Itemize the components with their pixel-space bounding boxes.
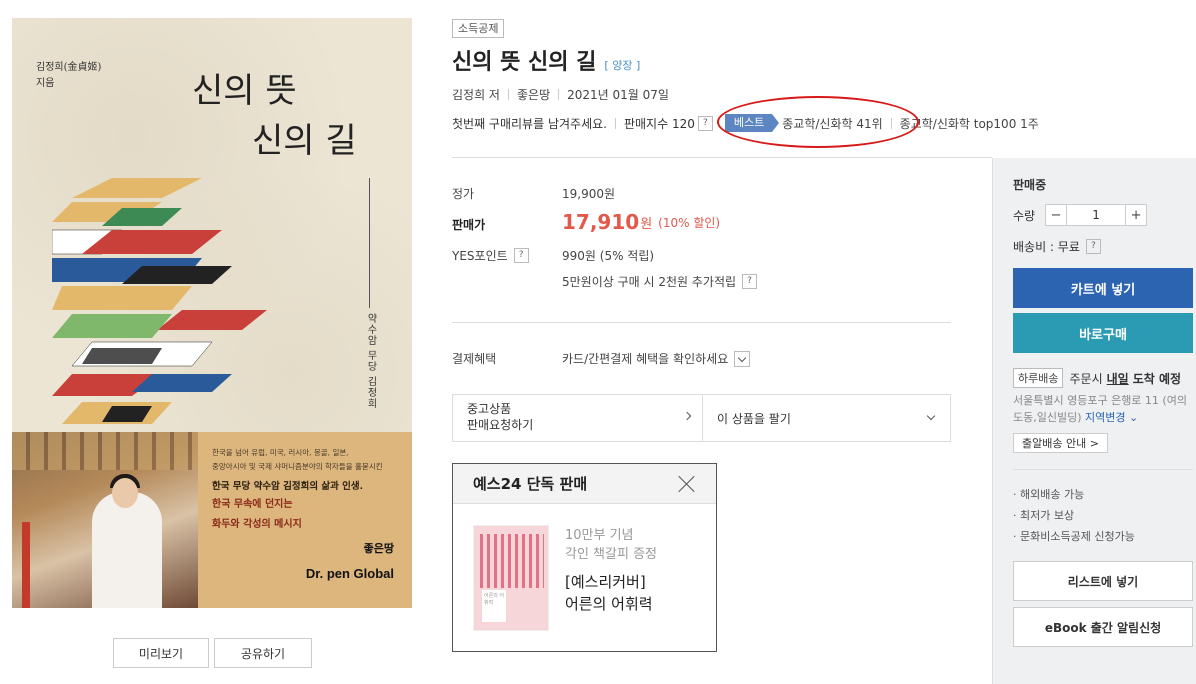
cover-vertical-text: 약수암 무당 김정희 xyxy=(365,313,376,410)
best-badge: 베스트 xyxy=(724,114,780,132)
payment-label: 결제혜택 xyxy=(452,352,497,366)
best-rank-link[interactable]: 종교학/신화학 41위 xyxy=(782,115,882,132)
quantity-stepper: − 1 + xyxy=(1045,204,1148,226)
chevron-down-icon xyxy=(926,411,936,421)
divider xyxy=(452,157,992,158)
write-review-link[interactable]: 첫번째 구매리뷰를 남겨주세요. xyxy=(452,115,607,132)
divider xyxy=(452,322,951,323)
quantity-row: 수량 − 1 + xyxy=(1013,204,1148,226)
extra-points-help-icon[interactable]: ? xyxy=(742,274,758,289)
cover-actions: 미리보기 공유하기 xyxy=(113,638,312,668)
publisher-english: Dr. pen Global xyxy=(305,566,394,581)
cover-author: 김정희(金貞姬) 지음 xyxy=(36,62,102,89)
sale-price-unit: 원 xyxy=(640,216,653,232)
feature-list: 해외배송 가능 최저가 보상 문화비소득공제 신청가능 xyxy=(1013,484,1135,547)
binding-type: [ 양장 ] xyxy=(604,59,641,72)
cover-blurb: 한국을 넘어 유럽, 미국, 러시아, 몽골, 일본, 중앙아시아 및 국제 샤… xyxy=(198,432,412,608)
buy-now-button[interactable]: 바로구매 xyxy=(1013,313,1193,353)
extra-points-row: 5만원이상 구매 시 2천원 추가적립 ? xyxy=(562,273,758,290)
publisher-logo: 좋은땅 xyxy=(363,542,394,555)
exclusive-promo: 예스24 단독 판매 어른의 어휘력 10만부 기념 각인 책갈피 증정 [예스… xyxy=(452,463,717,652)
author-photo xyxy=(12,432,198,608)
chevron-down-icon[interactable] xyxy=(734,350,751,367)
points-value: 990원 (5% 적립) xyxy=(562,249,655,263)
cover-title: 신의 뜻 신의 길 xyxy=(192,71,357,161)
cover-artwork xyxy=(52,178,267,424)
qty-plus-button[interactable]: + xyxy=(1125,205,1146,225)
tax-deduction-tag: 소득공제 xyxy=(452,19,505,38)
ebook-alert-button[interactable]: eBook 출간 알림신청 xyxy=(1013,607,1193,647)
payment-benefit[interactable]: 카드/간편결제 혜택을 확인하세요 xyxy=(562,350,751,367)
exclusive-title: 예스24 단독 판매 xyxy=(473,475,588,493)
sales-index-help-icon[interactable]: ? xyxy=(697,115,713,131)
cover-divider xyxy=(369,178,370,308)
today-delivery-info-button[interactable]: 출알배송 안내 > xyxy=(1013,433,1108,453)
qty-label: 수량 xyxy=(1013,208,1036,223)
used-product-box: 중고상품 판매요청하기 이 상품을 팔기 xyxy=(452,394,951,442)
qty-input[interactable]: 1 xyxy=(1067,205,1125,225)
payment-text: 카드/간편결제 혜택을 확인하세요 xyxy=(562,352,729,366)
feature-item: 문화비소득공제 신청가능 xyxy=(1013,526,1135,547)
top100-link[interactable]: 종교학/신화학 top100 1주 xyxy=(900,115,1039,132)
buy-box: 판매중 수량 − 1 + 배송비 : 무료 ? 카트에 넣기 바로구매 하루배송… xyxy=(992,158,1196,684)
points-label: YES포인트 xyxy=(452,249,508,263)
close-icon[interactable] xyxy=(678,475,696,493)
publisher-link[interactable]: 좋은땅 xyxy=(517,86,550,103)
points-label-group: YES포인트 ? xyxy=(452,247,529,264)
title-row: 신의 뜻 신의 길 [ 양장 ] xyxy=(452,44,640,76)
qty-minus-button[interactable]: − xyxy=(1046,205,1068,225)
page-title: 신의 뜻 신의 길 xyxy=(452,50,597,75)
shipping-row: 배송비 : 무료 ? xyxy=(1013,238,1101,255)
sell-this-dropdown[interactable]: 이 상품을 팔기 xyxy=(703,395,950,441)
feature-item: 최저가 보상 xyxy=(1013,505,1135,526)
feature-item: 해외배송 가능 xyxy=(1013,484,1135,505)
discount-rate: (10% 할인) xyxy=(658,215,721,230)
sale-price: 17,910 xyxy=(562,210,640,234)
pub-date: 2021년 01월 07일 xyxy=(567,88,669,102)
book-cover-image[interactable]: 김정희(金貞姬) 지음 신의 뜻 신의 길 약수암 무당 김정희 한국을 넘어 … xyxy=(12,18,412,608)
promo-book-image[interactable]: 어른의 어휘력 xyxy=(473,525,549,631)
sale-price-group: 17,910 원 (10% 할인) xyxy=(562,210,720,234)
shipping-help-icon[interactable]: ? xyxy=(1085,239,1101,254)
review-rank-row: 첫번째 구매리뷰를 남겨주세요. 판매지수 120 ? 베스트 종교학/신화학 … xyxy=(452,114,1039,132)
change-region-link[interactable]: 지역변경 ⌄ xyxy=(1085,411,1138,424)
list-price-label: 정가 xyxy=(452,187,475,201)
delivery-row: 하루배송 주문시 내일 도착 예정 xyxy=(1013,368,1181,388)
add-to-wishlist-button[interactable]: 리스트에 넣기 xyxy=(1013,561,1193,601)
extra-points: 5만원이상 구매 시 2천원 추가적립 xyxy=(562,275,737,289)
cover-bottom-panel: 한국을 넘어 유럽, 미국, 러시아, 몽골, 일본, 중앙아시아 및 국제 샤… xyxy=(12,432,412,608)
sale-status: 판매중 xyxy=(1013,178,1047,192)
add-to-cart-button[interactable]: 카트에 넣기 xyxy=(1013,268,1193,308)
points-help-icon[interactable]: ? xyxy=(513,248,529,263)
book-meta: 김정희 저 좋은땅 2021년 01월 07일 xyxy=(452,86,669,103)
delivery-address: 서울특별시 영등포구 은행로 11 (여의도동,일신빌딩) 지역변경 ⌄ xyxy=(1013,394,1187,424)
preview-button[interactable]: 미리보기 xyxy=(113,638,209,668)
sale-price-label: 판매가 xyxy=(452,218,486,232)
sales-index: 판매지수 120 xyxy=(623,116,695,131)
used-sell-request-button[interactable]: 중고상품 판매요청하기 xyxy=(453,395,703,441)
divider xyxy=(1013,469,1193,470)
list-price: 19,900원 xyxy=(562,187,616,201)
share-button[interactable]: 공유하기 xyxy=(214,638,312,668)
day-delivery-badge: 하루배송 xyxy=(1013,368,1064,388)
shipping-fee: 배송비 : 무료 xyxy=(1013,240,1080,254)
promo-text[interactable]: 10만부 기념 각인 책갈피 증정 [예스리커버] 어른의 어휘력 xyxy=(565,526,657,615)
author-link[interactable]: 김정희 저 xyxy=(452,86,500,103)
